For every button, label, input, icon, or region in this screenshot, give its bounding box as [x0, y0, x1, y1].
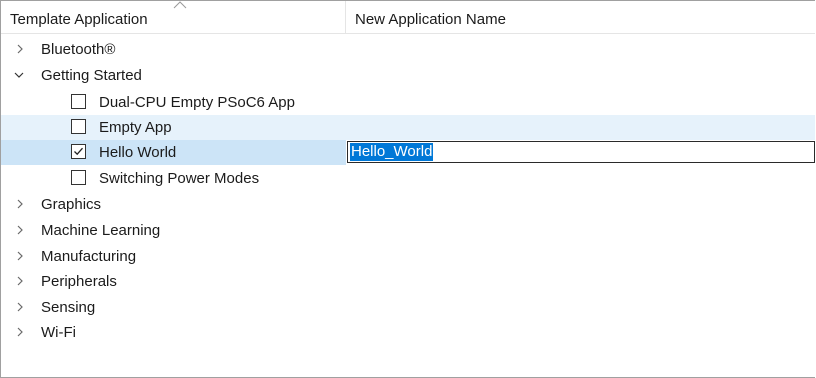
tree-item-peripherals[interactable]: Peripherals — [1, 269, 815, 294]
checkbox-switching-power-modes[interactable] — [71, 170, 86, 185]
tree-item-label: Graphics — [41, 196, 102, 213]
tree-item-dual-cpu-empty-psoc6-app[interactable]: Dual-CPU Empty PSoC6 App — [1, 90, 815, 115]
tree-item-label: Manufacturing — [41, 248, 137, 265]
sort-ascending-icon — [173, 1, 187, 9]
chevron-down-icon[interactable] — [13, 69, 25, 81]
tree-item-bluetooth[interactable]: Bluetooth® — [1, 37, 815, 62]
tree-item-graphics[interactable]: Graphics — [1, 192, 815, 217]
checkbox-dual-cpu-empty-psoc6-app[interactable] — [71, 94, 86, 109]
tree-item-label: Hello World — [99, 144, 177, 161]
chevron-right-icon[interactable] — [14, 301, 26, 313]
tree-item-label: Dual-CPU Empty PSoC6 App — [99, 94, 295, 111]
tree-item-switching-power-modes[interactable]: Switching Power Modes — [1, 166, 815, 191]
chevron-right-icon[interactable] — [14, 198, 26, 210]
template-application-tree: Template Application New Application Nam… — [0, 0, 815, 378]
tree-item-label: Wi-Fi — [41, 324, 76, 341]
tree-item-getting-started[interactable]: Getting Started — [1, 63, 815, 88]
tree-item-empty-app[interactable]: Empty App — [1, 115, 815, 140]
chevron-right-icon[interactable] — [14, 43, 26, 55]
tree-item-label: Empty App — [99, 119, 172, 136]
tree-item-label: Machine Learning — [41, 222, 161, 239]
tree-item-label: Bluetooth® — [41, 41, 116, 58]
tree-item-label: Switching Power Modes — [99, 170, 260, 187]
checkbox-empty-app[interactable] — [71, 119, 86, 134]
tree-item-sensing[interactable]: Sensing — [1, 295, 815, 320]
chevron-right-icon[interactable] — [14, 224, 26, 236]
tree-item-wi-fi[interactable]: Wi-Fi — [1, 320, 815, 345]
selected-text: Hello_World — [350, 143, 434, 161]
chevron-right-icon[interactable] — [14, 326, 26, 338]
column-header-bar: Template Application New Application Nam… — [1, 1, 815, 34]
tree-item-label: Sensing — [41, 299, 96, 316]
tree-item-hello-world[interactable]: Hello World Hello_World — [1, 140, 815, 165]
tree-item-manufacturing[interactable]: Manufacturing — [1, 244, 815, 269]
chevron-right-icon[interactable] — [14, 275, 26, 287]
tree-item-label: Getting Started — [41, 67, 142, 84]
tree-item-machine-learning[interactable]: Machine Learning — [1, 218, 815, 243]
column-header-new-application-name[interactable]: New Application Name — [346, 1, 815, 33]
checkbox-hello-world[interactable] — [71, 144, 86, 159]
checkmark-icon — [74, 147, 83, 156]
tree-item-label: Peripherals — [41, 273, 117, 290]
new-application-name-input[interactable]: Hello_World — [347, 141, 815, 163]
chevron-right-icon[interactable] — [14, 250, 26, 262]
